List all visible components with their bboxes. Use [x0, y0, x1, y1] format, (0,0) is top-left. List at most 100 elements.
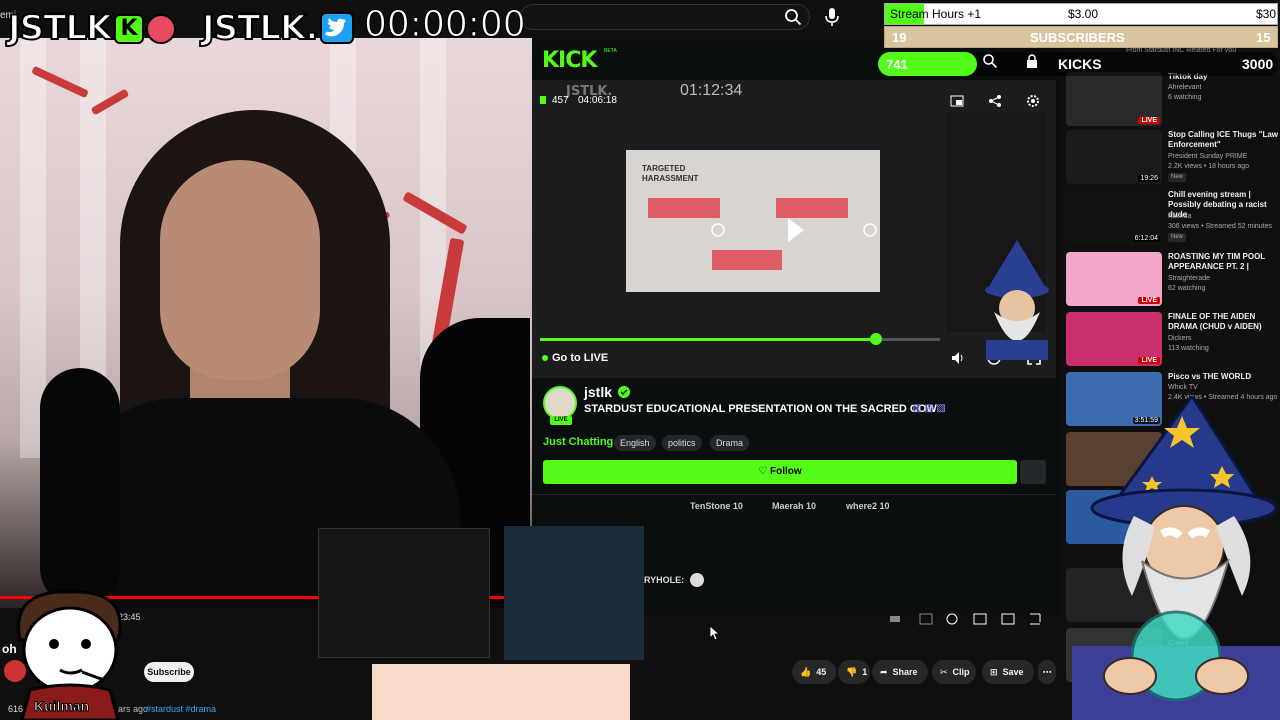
pip-icon[interactable] [950, 94, 964, 108]
duration-badge: 6:12:04 [1132, 235, 1160, 242]
tag-chip[interactable]: politics [662, 435, 702, 451]
recommendation-thumbnail[interactable]: LIVE [1066, 72, 1162, 126]
search-icon [983, 54, 998, 69]
channel-avatar[interactable] [543, 386, 577, 420]
wizard-mascot [1072, 396, 1280, 720]
search-input[interactable] [520, 4, 810, 30]
recommendation-title[interactable]: Pisco vs THE WORLD [1168, 372, 1280, 382]
wizard-mascot-small [985, 240, 1049, 360]
share-label: Share [892, 667, 918, 677]
slide-box [776, 198, 848, 218]
recommendation-channel[interactable]: Straighterade [1168, 274, 1280, 283]
chat-emote [690, 573, 704, 587]
light-preview-panel [372, 664, 630, 720]
kick-logo-icon: K [114, 14, 144, 44]
volume-icon[interactable] [950, 350, 966, 366]
share-button[interactable]: ➦ Share [872, 660, 928, 684]
dislike-button[interactable]: 👎 1 [838, 660, 870, 684]
live-badge: LIVE [1138, 117, 1160, 124]
new-badge-row: New [1168, 172, 1280, 182]
recommendation-channel[interactable]: Kalinda [1168, 212, 1280, 221]
forward-icon[interactable] [862, 222, 878, 238]
video-hashtags[interactable]: #stardust #drama [146, 704, 216, 714]
subtitles-icon[interactable] [919, 613, 933, 625]
fullscreen-icon[interactable] [1030, 613, 1041, 625]
recommendation-item[interactable]: LIVE Tiktok day Ahrelevant 6 watching [1066, 72, 1280, 130]
live-dot-icon [542, 355, 548, 361]
bookmark-icon: ⊞ [990, 666, 998, 677]
verified-icon [618, 386, 630, 398]
go-to-live-button[interactable]: Go to LIVE [552, 352, 608, 364]
divider [532, 494, 1056, 495]
top-gifter: TenStone 10 [690, 501, 743, 511]
recommendation-item[interactable]: 19:26 Stop Calling ICE Thugs "Law Enforce… [1066, 130, 1280, 188]
top-gifter: where2 10 [846, 501, 890, 511]
search-icon[interactable] [784, 8, 802, 26]
recommendation-channel[interactable]: Ahrelevant [1168, 83, 1280, 92]
rewind-icon[interactable] [710, 222, 726, 238]
settings-icon[interactable] [946, 613, 958, 625]
record-icon [146, 14, 176, 44]
recommendation-item[interactable]: LIVE FINALE OF THE AIDEN DRAMA (CHUD v AI… [1066, 312, 1280, 370]
gift-button[interactable] [1020, 460, 1046, 484]
recommendation-channel[interactable]: Dickers [1168, 334, 1280, 343]
viewer-icon [540, 96, 546, 104]
tag-chip[interactable]: Drama [710, 435, 750, 451]
clip-button[interactable]: ✂ Clip [932, 660, 976, 684]
new-badge: New [1168, 233, 1187, 242]
brand-logo-text: JSTLK [7, 7, 113, 49]
like-count: 45 [816, 667, 827, 677]
live-badge: LIVE [1138, 357, 1160, 364]
save-button[interactable]: ⊞ Save [982, 660, 1034, 684]
more-actions-button[interactable]: ⋯ [1038, 660, 1056, 684]
subscribers-target: 15 [1256, 30, 1271, 45]
subscribe-button[interactable]: Subscribe [144, 662, 194, 682]
more-icon: ⋯ [1042, 666, 1052, 677]
tag-chip[interactable]: English [614, 435, 656, 451]
slide-box [648, 198, 720, 218]
goal-target: $30 [1256, 7, 1277, 21]
recommendation-meta: 113 watching [1168, 345, 1209, 352]
recommendation-thumbnail[interactable]: LIVE [1066, 312, 1162, 366]
autoplay-toggle[interactable] [890, 616, 900, 622]
kick-beta-tag: BETA [604, 48, 617, 54]
cartoon-name-label: Kuilman [33, 698, 90, 715]
recommendation-thumbnail[interactable]: 6:12:04 [1066, 190, 1162, 244]
channel-username[interactable]: jstlk [584, 384, 612, 400]
recommendation-meta: 6 watching [1168, 94, 1202, 101]
stream-timer: 00:00:00 [364, 4, 527, 46]
miniplayer-icon[interactable] [973, 613, 987, 625]
recommendation-item[interactable]: 6:12:04 Chill evening stream | Possibly d… [1066, 190, 1280, 248]
twitter-icon [320, 12, 354, 44]
follow-button[interactable]: ♡ Follow [543, 460, 1017, 484]
recommendation-title[interactable]: FINALE OF THE AIDEN DRAMA (CHUD v AIDEN) [1168, 312, 1280, 332]
kick-scrubber-handle[interactable] [870, 333, 882, 345]
recommendation-meta: 62 watching [1168, 285, 1206, 292]
recommendation-title[interactable]: ROASTING MY TIM POOL APPEARANCE PT. 2 | [1168, 252, 1280, 272]
cast-icon[interactable] [1001, 613, 1015, 625]
microphone-icon[interactable] [822, 6, 842, 28]
save-label: Save [1002, 667, 1024, 677]
share-icon[interactable] [988, 94, 1002, 108]
kick-logo[interactable]: KICK [542, 48, 597, 73]
recommendation-thumbnail[interactable]: LIVE [1066, 252, 1162, 306]
play-icon[interactable] [786, 216, 806, 244]
goal-current: $3.00 [1068, 7, 1099, 21]
live-badge: LIVE [1138, 297, 1160, 304]
recommendation-channel[interactable]: President Sunday PRIME [1168, 152, 1280, 161]
chat-message-fragment: RYHOLE: [644, 575, 685, 585]
recommendation-title[interactable]: Stop Calling ICE Thugs "Law Enforcement" [1168, 130, 1280, 150]
subscribers-label: SUBSCRIBERS [1030, 30, 1125, 45]
new-badge-row: New [1168, 232, 1280, 242]
top-gifter: Maerah 10 [772, 501, 817, 511]
recommendation-channel[interactable]: Whick TV [1168, 383, 1280, 392]
thumbs-up-icon: 👍 [800, 666, 812, 677]
like-button[interactable]: 👍 45 [792, 660, 836, 684]
stream-category[interactable]: Just Chatting [543, 436, 613, 448]
recommendation-thumbnail[interactable]: 19:26 [1066, 130, 1162, 184]
mouse-cursor-icon [710, 626, 720, 640]
recommendation-item[interactable]: LIVE ROASTING MY TIM POOL APPEARANCE PT. … [1066, 252, 1280, 310]
settings-icon[interactable] [1026, 94, 1040, 108]
follow-label: Follow [770, 466, 802, 477]
scissors-icon: ✂ [940, 666, 948, 677]
